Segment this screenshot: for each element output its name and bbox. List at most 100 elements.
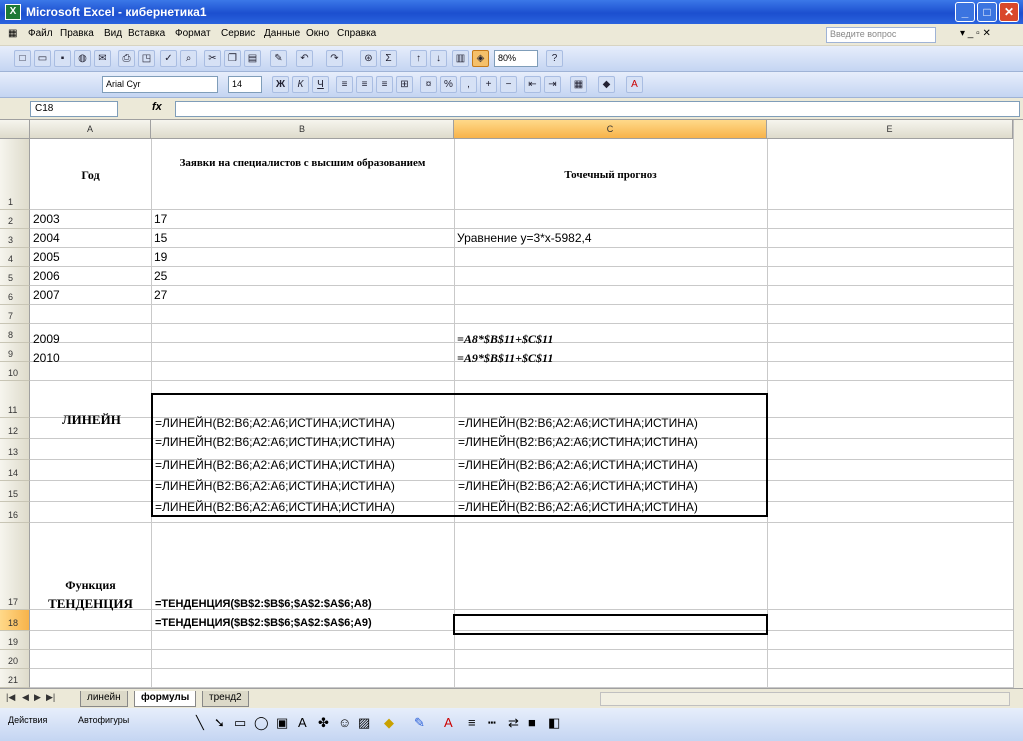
menu-view[interactable]: Вид: [104, 28, 122, 39]
sheet-tab-lineyn[interactable]: линейн: [80, 691, 128, 707]
menu-window[interactable]: Окно: [306, 28, 329, 39]
row-header-6[interactable]: 6: [0, 286, 30, 305]
first-sheet-icon[interactable]: |◀: [6, 692, 15, 703]
menu-format[interactable]: Формат: [175, 28, 211, 39]
cell-b14[interactable]: =ЛИНЕЙН(B2:B6;A2:A6;ИСТИНА;ИСТИНА): [153, 477, 395, 496]
cell-b15[interactable]: =ЛИНЕЙН(B2:B6;A2:A6;ИСТИНА;ИСТИНА): [153, 498, 395, 517]
cell-b18[interactable]: =ТЕНДЕНЦИЯ($B$2:$B$6;$A$2:$A$6;A9): [153, 614, 372, 633]
cell-c15[interactable]: =ЛИНЕЙН(B2:B6;A2:A6;ИСТИНА;ИСТИНА): [456, 498, 698, 517]
row-header-16[interactable]: 16: [0, 502, 30, 523]
select-all-corner[interactable]: [0, 120, 30, 139]
undo-icon[interactable]: ↶: [296, 50, 313, 67]
open-icon[interactable]: ▭: [34, 50, 51, 67]
decrease-decimal-icon[interactable]: −: [500, 76, 517, 93]
cell-b13[interactable]: =ЛИНЕЙН(B2:B6;A2:A6;ИСТИНА;ИСТИНА): [153, 456, 395, 475]
help-icon[interactable]: ?: [546, 50, 563, 67]
horizontal-scrollbar[interactable]: [600, 692, 1010, 706]
row-header-11[interactable]: 11: [0, 381, 30, 418]
font-size-select[interactable]: 14: [228, 76, 262, 93]
row-header-12[interactable]: 12: [0, 418, 30, 439]
prev-sheet-icon[interactable]: ◀: [22, 692, 29, 703]
cell-b2[interactable]: 17: [152, 210, 167, 229]
close-button[interactable]: ✕: [999, 2, 1019, 22]
column-header-e[interactable]: E: [767, 120, 1013, 139]
cell-a4[interactable]: 2005: [31, 248, 60, 267]
cell-a5[interactable]: 2006: [31, 267, 60, 286]
cell-c9[interactable]: =A9*$B$11+$C$11: [455, 349, 553, 368]
sort-ascending-icon[interactable]: ↑: [410, 50, 427, 67]
row-header-15[interactable]: 15: [0, 481, 30, 502]
cell-a2[interactable]: 2003: [31, 210, 60, 229]
picture-icon[interactable]: ▨: [358, 715, 370, 731]
column-header-b[interactable]: B: [151, 120, 454, 139]
worksheet-grid[interactable]: A B C E 1 2 3 4 5 6 7 8 9 10 11 12 13 14 15 16 17 18 19 20 2…: [0, 120, 1013, 688]
autosum-icon[interactable]: Σ: [380, 50, 397, 67]
menu-file[interactable]: Файл: [28, 28, 53, 39]
fill-bucket-icon[interactable]: ◆: [384, 715, 394, 731]
cell-c13[interactable]: =ЛИНЕЙН(B2:B6;A2:A6;ИСТИНА;ИСТИНА): [456, 456, 698, 475]
print-icon[interactable]: ⎙: [118, 50, 135, 67]
autoshapes-menu[interactable]: Автофигуры: [78, 715, 129, 725]
minimize-button[interactable]: _: [955, 2, 975, 22]
cell-b5[interactable]: 25: [152, 267, 167, 286]
cell-b3[interactable]: 15: [152, 229, 167, 248]
cell-a6[interactable]: 2007: [31, 286, 60, 305]
line-style-icon[interactable]: ≡: [468, 715, 476, 730]
font-color-icon[interactable]: A: [626, 76, 643, 93]
dash-style-icon[interactable]: ┅: [488, 715, 496, 731]
hyperlink-icon[interactable]: ⊛: [360, 50, 377, 67]
thousands-icon[interactable]: ,: [460, 76, 477, 93]
3d-style-icon[interactable]: ◧: [548, 715, 560, 731]
cell-c8[interactable]: =A8*$B$11+$C$11: [455, 330, 553, 349]
format-painter-icon[interactable]: ✎: [270, 50, 287, 67]
chart-wizard-icon[interactable]: ▥: [452, 50, 469, 67]
row-header-19[interactable]: 19: [0, 631, 30, 650]
sort-descending-icon[interactable]: ↓: [430, 50, 447, 67]
cut-icon[interactable]: ✂: [204, 50, 221, 67]
name-box[interactable]: C18: [30, 101, 118, 117]
menu-help[interactable]: Справка: [337, 28, 376, 39]
clipart-icon[interactable]: ☺: [338, 715, 351, 730]
increase-decimal-icon[interactable]: +: [480, 76, 497, 93]
currency-icon[interactable]: ¤: [420, 76, 437, 93]
cell-b11[interactable]: =ЛИНЕЙН(B2:B6;A2:A6;ИСТИНА;ИСТИНА): [153, 414, 395, 433]
last-sheet-icon[interactable]: ▶|: [46, 692, 55, 703]
align-center-icon[interactable]: ≡: [356, 76, 373, 93]
workbook-icon[interactable]: ▦: [8, 28, 17, 39]
row-header-3[interactable]: 3: [0, 229, 30, 248]
cell-a8[interactable]: 2009: [31, 330, 60, 349]
cell-b4[interactable]: 19: [152, 248, 167, 267]
cell-a9[interactable]: 2010: [31, 349, 60, 368]
insert-function-icon[interactable]: fx: [152, 101, 162, 113]
cell-c3[interactable]: Уравнение y=3*x-5982,4: [455, 229, 592, 248]
row-header-17[interactable]: 17: [0, 523, 30, 610]
doc-window-controls[interactable]: ▾ _ ▫ ✕: [960, 28, 991, 39]
shadow-icon[interactable]: ■: [528, 715, 536, 730]
cell-c14[interactable]: =ЛИНЕЙН(B2:B6;A2:A6;ИСТИНА;ИСТИНА): [456, 477, 698, 496]
row-header-2[interactable]: 2: [0, 210, 30, 229]
column-header-a[interactable]: A: [30, 120, 151, 139]
row-header-4[interactable]: 4: [0, 248, 30, 267]
print-preview-icon[interactable]: ◳: [138, 50, 155, 67]
italic-icon[interactable]: К: [292, 76, 309, 93]
wordart-icon[interactable]: A: [298, 715, 307, 730]
increase-indent-icon[interactable]: ⇥: [544, 76, 561, 93]
bold-icon[interactable]: Ж: [272, 76, 289, 93]
line-color-icon[interactable]: ✎: [414, 715, 425, 731]
cell-b12[interactable]: =ЛИНЕЙН(B2:B6;A2:A6;ИСТИНА;ИСТИНА): [153, 433, 395, 452]
maximize-button[interactable]: □: [977, 2, 997, 22]
sheet-tab-trend2[interactable]: тренд2: [202, 691, 249, 707]
cell-c12[interactable]: =ЛИНЕЙН(B2:B6;A2:A6;ИСТИНА;ИСТИНА): [456, 433, 698, 452]
cell-a1[interactable]: Год: [30, 168, 151, 183]
row-header-10[interactable]: 10: [0, 362, 30, 381]
arrow-icon[interactable]: ➘: [214, 715, 225, 731]
sheet-tab-formuly[interactable]: формулы: [134, 691, 197, 707]
menu-insert[interactable]: Вставка: [128, 28, 165, 39]
drawing-toggle-icon[interactable]: ◈: [472, 50, 489, 67]
decrease-indent-icon[interactable]: ⇤: [524, 76, 541, 93]
help-search-input[interactable]: Введите вопрос: [826, 27, 936, 43]
new-icon[interactable]: □: [14, 50, 31, 67]
arrow-style-icon[interactable]: ⇄: [508, 715, 519, 731]
row-header-21[interactable]: 21: [0, 669, 30, 688]
row-header-18[interactable]: 18: [0, 610, 30, 631]
